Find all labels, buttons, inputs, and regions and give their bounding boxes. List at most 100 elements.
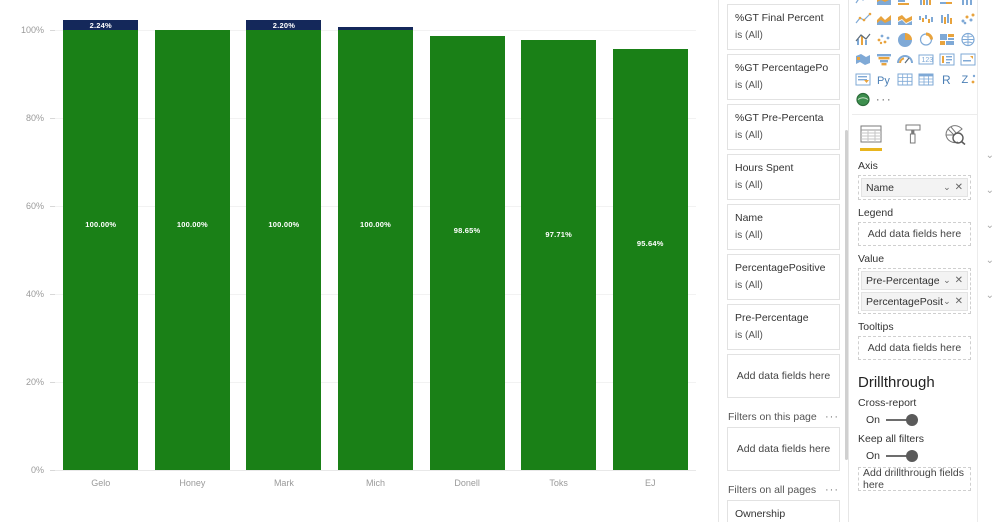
field-pill[interactable]: Pre-Percentage ⌄ ✕ bbox=[861, 271, 968, 290]
visual-type-ribbon-icon[interactable] bbox=[895, 10, 915, 29]
visual-type-card-icon[interactable]: 123 bbox=[916, 50, 936, 69]
more-options-icon[interactable]: ··· bbox=[825, 485, 839, 496]
legend-well-dropzone[interactable]: Add data fields here bbox=[858, 222, 971, 246]
visual-type-python-icon[interactable]: Py bbox=[874, 70, 894, 89]
bar-segment-percentage-positive[interactable]: 100.00% bbox=[154, 30, 230, 470]
bar-segment-percentage-positive[interactable]: 100.00% bbox=[246, 30, 322, 470]
visual-type-r-script-icon[interactable]: R bbox=[937, 70, 957, 89]
filter-card[interactable]: PercentagePositive is (All) bbox=[727, 254, 840, 300]
visual-type-area-icon[interactable] bbox=[874, 10, 894, 29]
chevron-down-icon[interactable]: ⌄ bbox=[943, 275, 951, 286]
visual-type-treemap-icon[interactable] bbox=[937, 30, 957, 49]
bar-slot[interactable]: 100.00% bbox=[147, 30, 239, 470]
more-visuals-icon[interactable]: ··· bbox=[876, 90, 893, 109]
filters-pane[interactable]: %GT Final Percent is (All) %GT PercentageP… bbox=[718, 0, 848, 522]
bar-segment-percentage-positive[interactable]: 100.00% bbox=[337, 30, 414, 470]
visual-type-table-icon[interactable] bbox=[895, 70, 915, 89]
cross-report-toggle[interactable]: On bbox=[858, 413, 971, 427]
field-pill[interactable]: Name ⌄ ✕ bbox=[861, 178, 968, 197]
pane-tabs[interactable] bbox=[852, 115, 977, 151]
chevron-down-icon[interactable]: ⌄ bbox=[986, 150, 994, 161]
bar-slot[interactable]: 2.24% 100.00% bbox=[55, 20, 147, 470]
visual-filters-dropzone[interactable]: Add data fields here bbox=[727, 354, 840, 398]
stacked-bar[interactable]: 100.00% bbox=[154, 30, 230, 470]
chevron-down-icon[interactable]: ⌄ bbox=[943, 296, 951, 307]
visual-type-waterfall-icon[interactable] bbox=[916, 10, 936, 29]
visual-type-line-icon[interactable] bbox=[853, 0, 873, 9]
keep-all-filters-toggle[interactable]: On bbox=[858, 449, 971, 463]
visual-type-slicer-icon[interactable] bbox=[853, 70, 873, 89]
visual-type-filled-map-icon[interactable] bbox=[853, 50, 873, 69]
visual-type-arcgis-map-icon[interactable] bbox=[853, 90, 873, 109]
bar-slot[interactable]: 98.65% bbox=[421, 30, 513, 470]
fields-tab[interactable] bbox=[858, 121, 884, 151]
stacked-bar[interactable]: 2.24% 100.00% bbox=[63, 20, 139, 470]
visual-type-map-icon[interactable] bbox=[958, 30, 978, 49]
report-canvas[interactable]: 0% 20% 40% 60% 80% 100% 2.24% 100.00% 100.00% 2.… bbox=[0, 0, 718, 522]
toggle-switch-icon[interactable] bbox=[886, 413, 920, 427]
filter-card[interactable]: %GT Final Percent is (All) bbox=[727, 4, 840, 50]
analytics-tab[interactable] bbox=[942, 121, 968, 147]
visual-type-donut-icon[interactable] bbox=[916, 30, 936, 49]
bar-segment-percentage-positive[interactable]: 97.71% bbox=[521, 40, 597, 470]
visual-type-column-stacked-icon[interactable] bbox=[958, 0, 978, 9]
bar-slot[interactable]: 97.71% bbox=[513, 30, 605, 470]
filter-card[interactable]: %GT Pre-Percenta is (All) bbox=[727, 104, 840, 150]
visual-type-bar-clustered-h-icon[interactable] bbox=[895, 0, 915, 9]
bar-segment-pre-percentage[interactable]: 2.20% bbox=[246, 20, 322, 30]
visual-type-matrix-icon[interactable] bbox=[916, 70, 936, 89]
visual-type-column-waterfall-icon[interactable] bbox=[937, 10, 957, 29]
page-filters-dropzone[interactable]: Add data fields here bbox=[727, 427, 840, 471]
visual-type-gauge-icon[interactable] bbox=[895, 50, 915, 69]
visual-type-gallery[interactable]: 123 Py R Z ··· bbox=[852, 0, 977, 109]
visual-type-line-scatter-icon[interactable] bbox=[853, 10, 873, 29]
stacked-bar[interactable]: 100.00% bbox=[337, 26, 414, 470]
format-tab[interactable] bbox=[900, 121, 926, 147]
bar-segment-pre-percentage[interactable]: 2.24% bbox=[63, 20, 139, 30]
bar-slot[interactable]: 100.00% bbox=[330, 26, 422, 470]
stacked-bar[interactable]: 98.65% bbox=[429, 35, 505, 470]
visual-type-scatter-icon[interactable] bbox=[874, 30, 894, 49]
stacked-column-chart[interactable]: 0% 20% 40% 60% 80% 100% 2.24% 100.00% 100.00% 2.… bbox=[0, 0, 718, 522]
bar-segment-percentage-positive[interactable]: 98.65% bbox=[429, 35, 505, 470]
filter-card[interactable]: Ownershipis (All) bbox=[727, 500, 840, 522]
visual-type-funnel-icon[interactable] bbox=[874, 50, 894, 69]
visual-type-pie-icon[interactable] bbox=[895, 30, 915, 49]
field-pill[interactable]: PercentagePositive⌄✕ bbox=[861, 292, 968, 311]
toggle-switch-icon[interactable] bbox=[886, 449, 920, 463]
stacked-bar[interactable]: 97.71% bbox=[521, 40, 597, 470]
bar-slot[interactable]: 2.20% 100.00% bbox=[238, 20, 330, 470]
tooltips-well-dropzone[interactable]: Add data fields here bbox=[858, 336, 971, 360]
filter-card[interactable]: Hours Spent is (All) bbox=[727, 154, 840, 200]
close-icon[interactable]: ✕ bbox=[955, 275, 963, 286]
visual-type-combo-icon[interactable] bbox=[853, 30, 873, 49]
visual-type-kpi-icon[interactable] bbox=[958, 50, 978, 69]
chevron-down-icon[interactable]: ⌄ bbox=[986, 220, 994, 231]
chevron-down-icon[interactable]: ⌄ bbox=[986, 290, 994, 301]
visual-type-decomposition-icon[interactable]: Z bbox=[958, 70, 978, 89]
visual-type-area-stacked-icon[interactable] bbox=[874, 0, 894, 9]
close-icon[interactable]: ✕ bbox=[955, 296, 963, 307]
axis-well[interactable]: Name ⌄ ✕ bbox=[858, 175, 971, 200]
bar-segment-percentage-positive[interactable]: 95.64% bbox=[612, 49, 688, 470]
drillthrough-dropzone[interactable]: Add drillthrough fields here bbox=[858, 467, 971, 491]
close-icon[interactable]: ✕ bbox=[955, 182, 963, 193]
filter-card[interactable]: Pre-Percentage is (All) bbox=[727, 304, 840, 350]
visual-type-multi-row-card-icon[interactable] bbox=[937, 50, 957, 69]
chevron-down-icon[interactable]: ⌄ bbox=[986, 255, 994, 266]
visual-type-column-clustered-icon[interactable] bbox=[916, 0, 936, 9]
chevron-down-icon[interactable]: ⌄ bbox=[943, 182, 951, 193]
chevron-down-icon[interactable]: ⌄ bbox=[986, 185, 994, 196]
visual-type-bar-stacked-h-icon[interactable] bbox=[937, 0, 957, 9]
bar-slot[interactable]: 95.64% bbox=[604, 30, 696, 470]
value-well[interactable]: Pre-Percentage⌄✕PercentagePositive⌄✕ bbox=[858, 268, 971, 314]
visualizations-pane[interactable]: 123 Py R Z ··· Axis Name ⌄ ✕ Legend Add … bbox=[848, 0, 999, 522]
visual-type-scatter-chart-icon[interactable] bbox=[958, 10, 978, 29]
visual-type-more-icon[interactable]: ··· bbox=[874, 90, 894, 109]
visualizations-pane-scrollbar[interactable] bbox=[848, 0, 849, 400]
stacked-bar[interactable]: 2.20% 100.00% bbox=[246, 20, 322, 470]
more-options-icon[interactable]: ··· bbox=[825, 412, 839, 423]
filter-card[interactable]: Name is (All) bbox=[727, 204, 840, 250]
bar-segment-percentage-positive[interactable]: 100.00% bbox=[63, 30, 139, 470]
filter-card[interactable]: %GT PercentagePo is (All) bbox=[727, 54, 840, 100]
